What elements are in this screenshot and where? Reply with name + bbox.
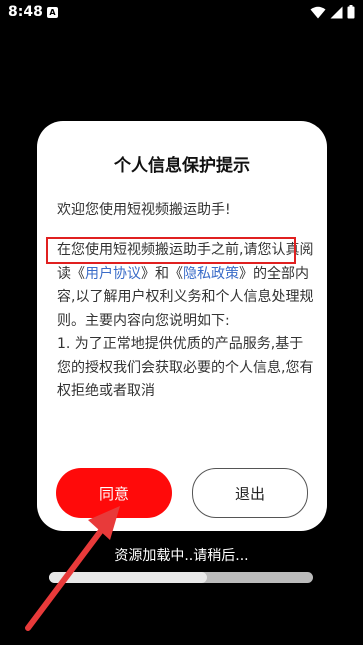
annotation-highlight-box	[46, 237, 296, 264]
loading-progress-bar	[49, 572, 313, 583]
dialog-title: 个人信息保护提示	[114, 156, 250, 176]
status-time: 8:48	[8, 4, 43, 20]
body-text-2: 》和《	[141, 265, 183, 282]
loading-text: 资源加载中..请稍后...	[114, 548, 249, 564]
status-icons	[310, 5, 355, 19]
wifi-icon	[310, 6, 326, 18]
list-item-1: 1. 为了正常地提供优质的产品服务,基于您的授权我们会获取必要的个人信息,您有权…	[57, 336, 314, 399]
privacy-policy-link[interactable]: 隐私政策	[183, 266, 239, 282]
battery-icon	[347, 5, 355, 19]
exit-button[interactable]: 退出	[192, 468, 308, 518]
signal-icon	[330, 6, 343, 18]
user-agreement-link[interactable]: 用户协议	[85, 266, 141, 282]
dialog-body: 在您使用短视频搬运助手之前,请您认真阅读《用户协议》和《隐私政策》的全部内容,以…	[57, 239, 315, 411]
status-bar: 8:48 A	[0, 0, 363, 26]
progress-fill	[49, 572, 208, 583]
welcome-text: 欢迎您使用短视频搬运助手!	[57, 202, 231, 218]
agree-button[interactable]: 同意	[56, 468, 172, 518]
notification-icon: A	[47, 7, 58, 18]
